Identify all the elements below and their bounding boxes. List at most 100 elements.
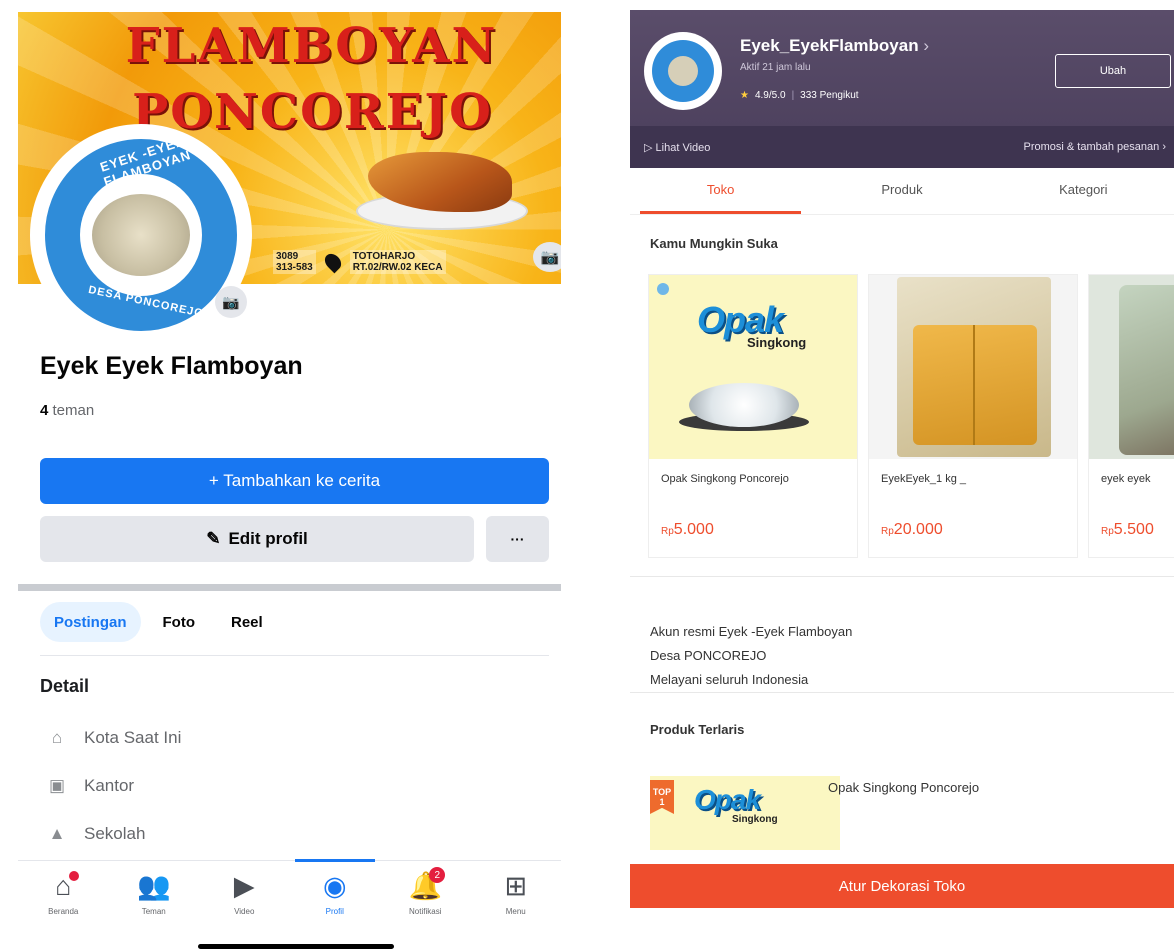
product-name: eyek eyek [1101, 473, 1151, 485]
video-icon: ▶ [233, 871, 255, 901]
cover-address: TOTOHARJO RT.02/RW.02 KECA [349, 250, 446, 274]
price-value: 5.000 [673, 521, 714, 538]
chevron-right-icon: › [1162, 141, 1166, 153]
friends-icon: 👥 [136, 871, 171, 901]
product-card[interactable]: EyekEyek_1 kg _ Rp20.000 [868, 274, 1078, 558]
nav-label: Notifikasi [409, 907, 442, 916]
nav-friends[interactable]: 👥 Teman [114, 861, 194, 931]
location-pin-icon [321, 250, 345, 274]
shop-name-text: Eyek_EyekFlamboyan [740, 36, 919, 55]
shop-logo[interactable] [644, 32, 722, 110]
currency: Rp [1101, 526, 1114, 537]
nav-label: Profil [325, 907, 344, 916]
best-seller-section-title: Produk Terlaris [650, 722, 745, 737]
detail-current-city[interactable]: ⌂ Kota Saat Ini [46, 728, 181, 748]
currency: Rp [881, 526, 894, 537]
price-value: 20.000 [893, 521, 943, 538]
tab-shop[interactable]: Toko [630, 164, 811, 214]
shopee-shop-screen: Eyek_EyekFlamboyan › Aktif 21 jam lalu ★… [630, 0, 1174, 951]
edit-profile-label: Edit profil [228, 529, 308, 548]
promo-link[interactable]: Promosi & tambah pesanan › [1024, 141, 1166, 153]
home-icon: ⌂ [51, 728, 63, 747]
best-seller-name[interactable]: Opak Singkong Poncorejo [828, 780, 979, 795]
shop-name[interactable]: Eyek_EyekFlamboyan › [740, 36, 929, 56]
top-rank-badge: TOP 1 [650, 780, 674, 814]
image-crackers [689, 383, 799, 427]
shop-logo-food [668, 56, 698, 86]
product-image-subword: Singkong [732, 814, 778, 825]
detail-school[interactable]: ▲ Sekolah [46, 824, 146, 844]
nav-label: Menu [505, 907, 526, 916]
friends-number: 4 [40, 402, 49, 419]
detail-workplace[interactable]: ▣ Kantor [46, 776, 134, 796]
tab-photos[interactable]: Foto [149, 602, 209, 642]
product-price: Rp5.000 [661, 521, 714, 539]
product-name: Opak Singkong Poncorejo [661, 473, 789, 485]
nav-profile[interactable]: ◉ Profil [294, 859, 375, 931]
chevron-right-icon: › [923, 36, 930, 55]
briefcase-icon: ▣ [48, 776, 66, 795]
recommend-section-title: Kamu Mungkin Suka [650, 236, 778, 251]
camera-icon[interactable]: 📷 [215, 286, 247, 318]
image-dot [657, 283, 669, 295]
detail-label: Sekolah [84, 824, 146, 843]
edit-shop-button[interactable]: Ubah [1055, 54, 1171, 88]
followers-count: 333 Pengikut [800, 90, 859, 101]
bottom-navigation: ⌂ Beranda 👥 Teman ▶ Video ◉ Profil 🔔 2 N… [18, 859, 561, 943]
add-to-story-button[interactable]: + Tambahkan ke cerita [40, 458, 549, 504]
product-image [1089, 275, 1174, 459]
nav-menu[interactable]: ⊞ Menu [476, 861, 556, 931]
cover-phone: 3089 313-583 [273, 250, 316, 274]
image-product [1119, 285, 1174, 455]
nav-home[interactable]: ⌂ Beranda [23, 861, 103, 931]
cover-info-strip: 3089 313-583 TOTOHARJO RT.02/RW.02 KECA [273, 248, 561, 276]
shop-rating: ★ 4.9/5.0 | 333 Pengikut [740, 90, 859, 101]
cover-title-line1: FLAMBOYAN [125, 18, 498, 74]
nav-notifications[interactable]: 🔔 2 Notifikasi [385, 861, 465, 931]
tab-posts[interactable]: Postingan [40, 602, 141, 642]
product-image [869, 275, 1077, 459]
rating-value: 4.9/5.0 [754, 90, 786, 101]
description-line: Melayani seluruh Indonesia [650, 672, 809, 687]
home-indicator [198, 944, 394, 949]
details-title: Detail [40, 676, 90, 696]
tab-products[interactable]: Produk [811, 164, 992, 214]
section-divider [630, 692, 1174, 693]
facebook-profile-screen: FLAMBOYAN PONCOREJO 3089 313-583 TOTOHAR… [0, 0, 575, 951]
product-image-word: Opak [694, 784, 761, 815]
promo-label: Promosi & tambah pesanan [1023, 141, 1160, 153]
product-card[interactable]: Opak Singkong Opak Singkong Poncorejo Rp… [648, 274, 858, 558]
tab-categories[interactable]: Kategori [993, 164, 1174, 214]
product-price: Rp20.000 [881, 521, 943, 539]
friends-label: teman [52, 402, 95, 419]
product-image: Opak Singkong [649, 275, 857, 459]
edit-profile-button[interactable]: ✎ Edit profil [40, 516, 474, 562]
tabs-divider [630, 214, 1174, 215]
price-value: 5.500 [1113, 521, 1154, 538]
product-carousel: Opak Singkong Opak Singkong Poncorejo Rp… [648, 274, 1174, 558]
description-line: Desa PONCOREJO [650, 648, 767, 663]
notification-dot [69, 871, 80, 881]
rating-divider: | [791, 90, 795, 101]
shop-header: Eyek_EyekFlamboyan › Aktif 21 jam lalu ★… [630, 10, 1174, 168]
best-seller-image[interactable]: Opak Singkong TOP 1 [650, 776, 840, 850]
product-price: Rp5.500 [1101, 521, 1154, 539]
shop-description: Akun resmi Eyek -Eyek Flamboyan Desa PON… [650, 620, 852, 692]
more-options-button[interactable]: ··· [486, 516, 549, 562]
active-status: Aktif 21 jam lalu [740, 62, 811, 73]
avatar-food-image [92, 194, 190, 276]
product-card[interactable]: eyek eyek Rp5.500 [1088, 274, 1174, 558]
nav-label: Video [234, 907, 255, 916]
tab-reels[interactable]: Reel [217, 602, 277, 642]
shop-decoration-button[interactable]: Atur Dekorasi Toko [630, 864, 1174, 908]
detail-label: Kota Saat Ini [84, 728, 182, 747]
description-line: Akun resmi Eyek -Eyek Flamboyan [650, 624, 853, 639]
view-video-link[interactable]: ▷ Lihat Video [644, 141, 710, 154]
friends-count[interactable]: 4 teman [40, 402, 94, 419]
currency: Rp [661, 526, 674, 537]
detail-label: Kantor [84, 776, 135, 795]
profile-tabs: Postingan Foto Reel [40, 602, 277, 642]
nav-video[interactable]: ▶ Video [204, 861, 284, 931]
menu-grid-icon: ⊞ [504, 871, 528, 901]
camera-icon[interactable]: 📷 [533, 242, 561, 272]
